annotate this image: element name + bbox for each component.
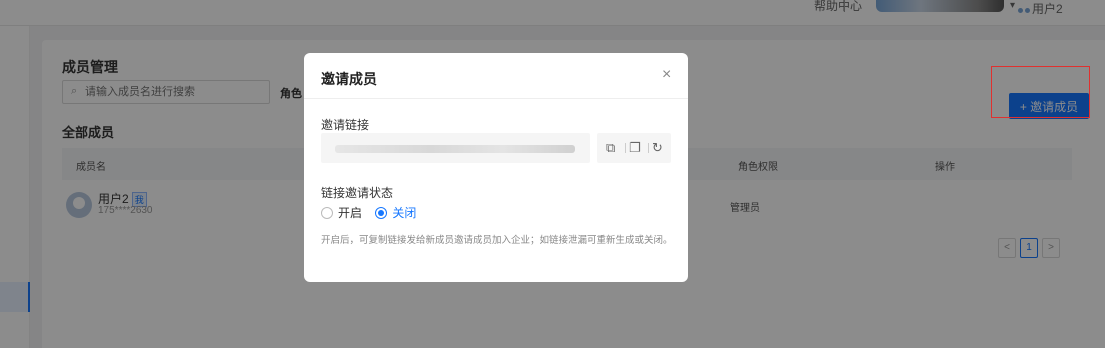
- dialog-title: 邀请成员: [321, 71, 377, 87]
- copy-link-icon[interactable]: ⧉: [606, 140, 615, 156]
- highlight-annotation: [991, 66, 1090, 118]
- invite-link-value: [335, 145, 575, 153]
- dialog-header: 邀请成员 ×: [304, 53, 688, 99]
- radio-enable[interactable]: 开启: [321, 204, 362, 221]
- copy-icon[interactable]: ❐: [629, 140, 641, 156]
- link-hint-text: 开启后，可复制链接发给新成员邀请成员加入企业；如链接泄漏可重新生成或关闭。: [321, 235, 673, 246]
- link-actions: ⧉ ❐ ↻: [597, 133, 671, 163]
- divider: [648, 143, 649, 153]
- radio-disable[interactable]: 关闭: [375, 204, 416, 221]
- close-icon[interactable]: ×: [662, 66, 671, 84]
- invite-member-dialog: 邀请成员 × 邀请链接 ⧉ ❐ ↻ 链接邀请状态 开启 关闭 开启后，可复制链接…: [304, 53, 688, 282]
- divider: [625, 143, 626, 153]
- invite-link-label: 邀请链接: [321, 118, 370, 132]
- invite-link-field[interactable]: [321, 133, 590, 163]
- radio-circle-selected[interactable]: [375, 206, 388, 219]
- link-status-label: 链接邀请状态: [321, 186, 394, 200]
- radio-circle[interactable]: [321, 206, 333, 219]
- refresh-icon[interactable]: ↻: [652, 140, 663, 156]
- link-status-radio-group: 开启 关闭: [321, 204, 426, 222]
